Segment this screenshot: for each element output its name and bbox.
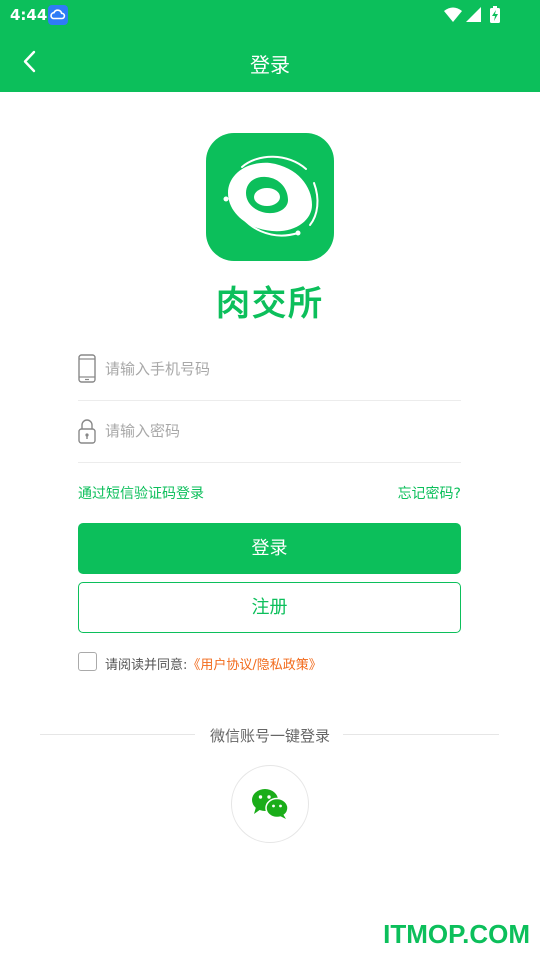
password-field: [78, 402, 461, 463]
forgot-password-link[interactable]: 忘记密码?: [398, 483, 461, 503]
password-input[interactable]: [105, 416, 455, 446]
status-time: 4:44: [10, 6, 48, 24]
wifi-icon: [444, 7, 462, 22]
agreement-text: 请阅读并同意:《用户协议/隐私政策》: [105, 654, 322, 673]
wechat-icon: [252, 789, 289, 819]
phone-field: [78, 340, 461, 401]
status-icons: [444, 6, 508, 24]
lock-icon: [78, 416, 96, 446]
register-button[interactable]: 注册: [78, 582, 461, 633]
agreement-checkbox[interactable]: [78, 652, 97, 671]
wechat-login-button[interactable]: [231, 765, 309, 843]
status-bar: 4:44: [0, 0, 540, 30]
phone-input[interactable]: [105, 354, 455, 384]
cloud-icon: [48, 5, 68, 25]
divider-right: [343, 734, 499, 735]
meat-logo-icon: [223, 155, 319, 237]
sms-login-link[interactable]: 通过短信验证码登录: [78, 483, 204, 503]
agreement-link[interactable]: 《用户协议/隐私政策》: [187, 658, 321, 673]
watermark: ITMOP.COM: [383, 919, 530, 949]
wechat-login-label: 微信账号一键登录: [209, 727, 330, 745]
battery-charging-icon: [490, 6, 500, 23]
phone-icon: [78, 354, 96, 384]
agreement-prefix: 请阅读并同意:: [105, 658, 188, 673]
app-name: 肉交所: [216, 284, 324, 324]
page-title: 登录: [250, 53, 290, 77]
signal-icon: [466, 7, 481, 22]
app-logo: [206, 133, 334, 261]
login-button[interactable]: 登录: [78, 523, 461, 574]
agreement-row: 请阅读并同意:《用户协议/隐私政策》: [78, 652, 478, 673]
app-bar: 登录: [0, 30, 540, 92]
